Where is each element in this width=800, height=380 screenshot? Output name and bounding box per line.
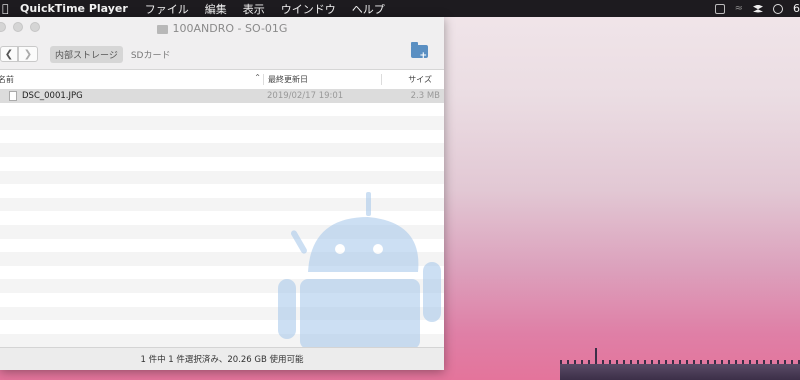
sync-status-icon[interactable] [773,3,783,14]
forward-button[interactable]: ❯ [18,46,38,62]
nav-buttons: ❮ ❯ [0,46,38,62]
file-date: 2019/02/17 19:01 [267,90,344,101]
menu-clock[interactable]: 6 [793,2,800,15]
status-text: 1 件中 1 件選択済み、20.26 GB 使用可能 [140,355,304,365]
empty-row [0,143,444,157]
chevron-left-icon: ❮ [4,48,14,60]
screen-record-icon[interactable] [714,3,725,14]
column-date-label: 最終更新日 [268,75,308,84]
menu-item-help[interactable]: ヘルプ [344,1,393,17]
column-name-label: 名前 [0,75,14,84]
empty-row [0,157,444,171]
menu-item-edit[interactable]: 編集 [197,1,235,17]
close-button[interactable] [0,22,6,32]
empty-row [0,130,444,144]
menu-item-view[interactable]: 表示 [235,1,273,17]
tab-internal-storage[interactable]: 内部ストレージ [50,45,123,63]
apple-menu-icon[interactable]:  [0,2,16,15]
empty-row [0,116,444,130]
wifi-icon[interactable]: ≈ [735,3,743,14]
empty-row [0,103,444,117]
column-date[interactable]: 最終更新日 [263,74,381,85]
file-row[interactable]: DSC_0001.JPG 2019/02/17 19:01 2.3 MB [0,89,444,103]
menu-app-name[interactable]: QuickTime Player [16,2,137,15]
file-name-cell: DSC_0001.JPG [0,90,263,101]
menu-extras: ≈ 6 [714,2,800,15]
menu-item-window[interactable]: ウインドウ [273,1,344,17]
window-controls [0,22,40,32]
empty-row [0,170,444,185]
back-button[interactable]: ❮ [0,46,18,62]
document-icon [9,90,17,101]
window-toolbar: ❮ ❯ 内部ストレージ SDカード [0,39,444,70]
file-browser-window: 100ANDRO - SO-01G ❮ ❯ 内部ストレージ SDカード 名前 ⌃… [0,17,444,370]
dropbox-icon[interactable] [753,4,763,13]
minimize-button[interactable] [13,22,23,32]
sort-ascending-icon: ⌃ [254,73,261,82]
wallpaper-pier-post [595,348,597,364]
column-size-label: サイズ [408,75,432,84]
chevron-right-icon: ❯ [23,48,33,60]
file-size: 2.3 MB [410,90,440,101]
column-name[interactable]: 名前 ⌃ [0,73,263,85]
android-watermark-icon [278,192,441,349]
status-bar: 1 件中 1 件選択済み、20.26 GB 使用可能 [0,347,444,370]
zoom-button[interactable] [30,22,40,32]
folder-icon [156,24,168,34]
window-titlebar[interactable]: 100ANDRO - SO-01G [0,17,444,39]
window-title: 100ANDRO - SO-01G [172,21,288,35]
menu-bar:  QuickTime Player ファイル 編集 表示 ウインドウ ヘルプ … [0,0,800,17]
storage-tabs: 内部ストレージ SDカード [50,45,176,63]
menu-item-file[interactable]: ファイル [137,1,197,17]
tab-sd-card[interactable]: SDカード [126,46,176,63]
column-size[interactable]: サイズ [381,74,444,85]
wallpaper-pier [560,364,800,380]
column-header: 名前 ⌃ 最終更新日 サイズ [0,70,444,90]
file-name: DSC_0001.JPG [22,90,83,101]
new-folder-icon[interactable] [411,42,428,61]
